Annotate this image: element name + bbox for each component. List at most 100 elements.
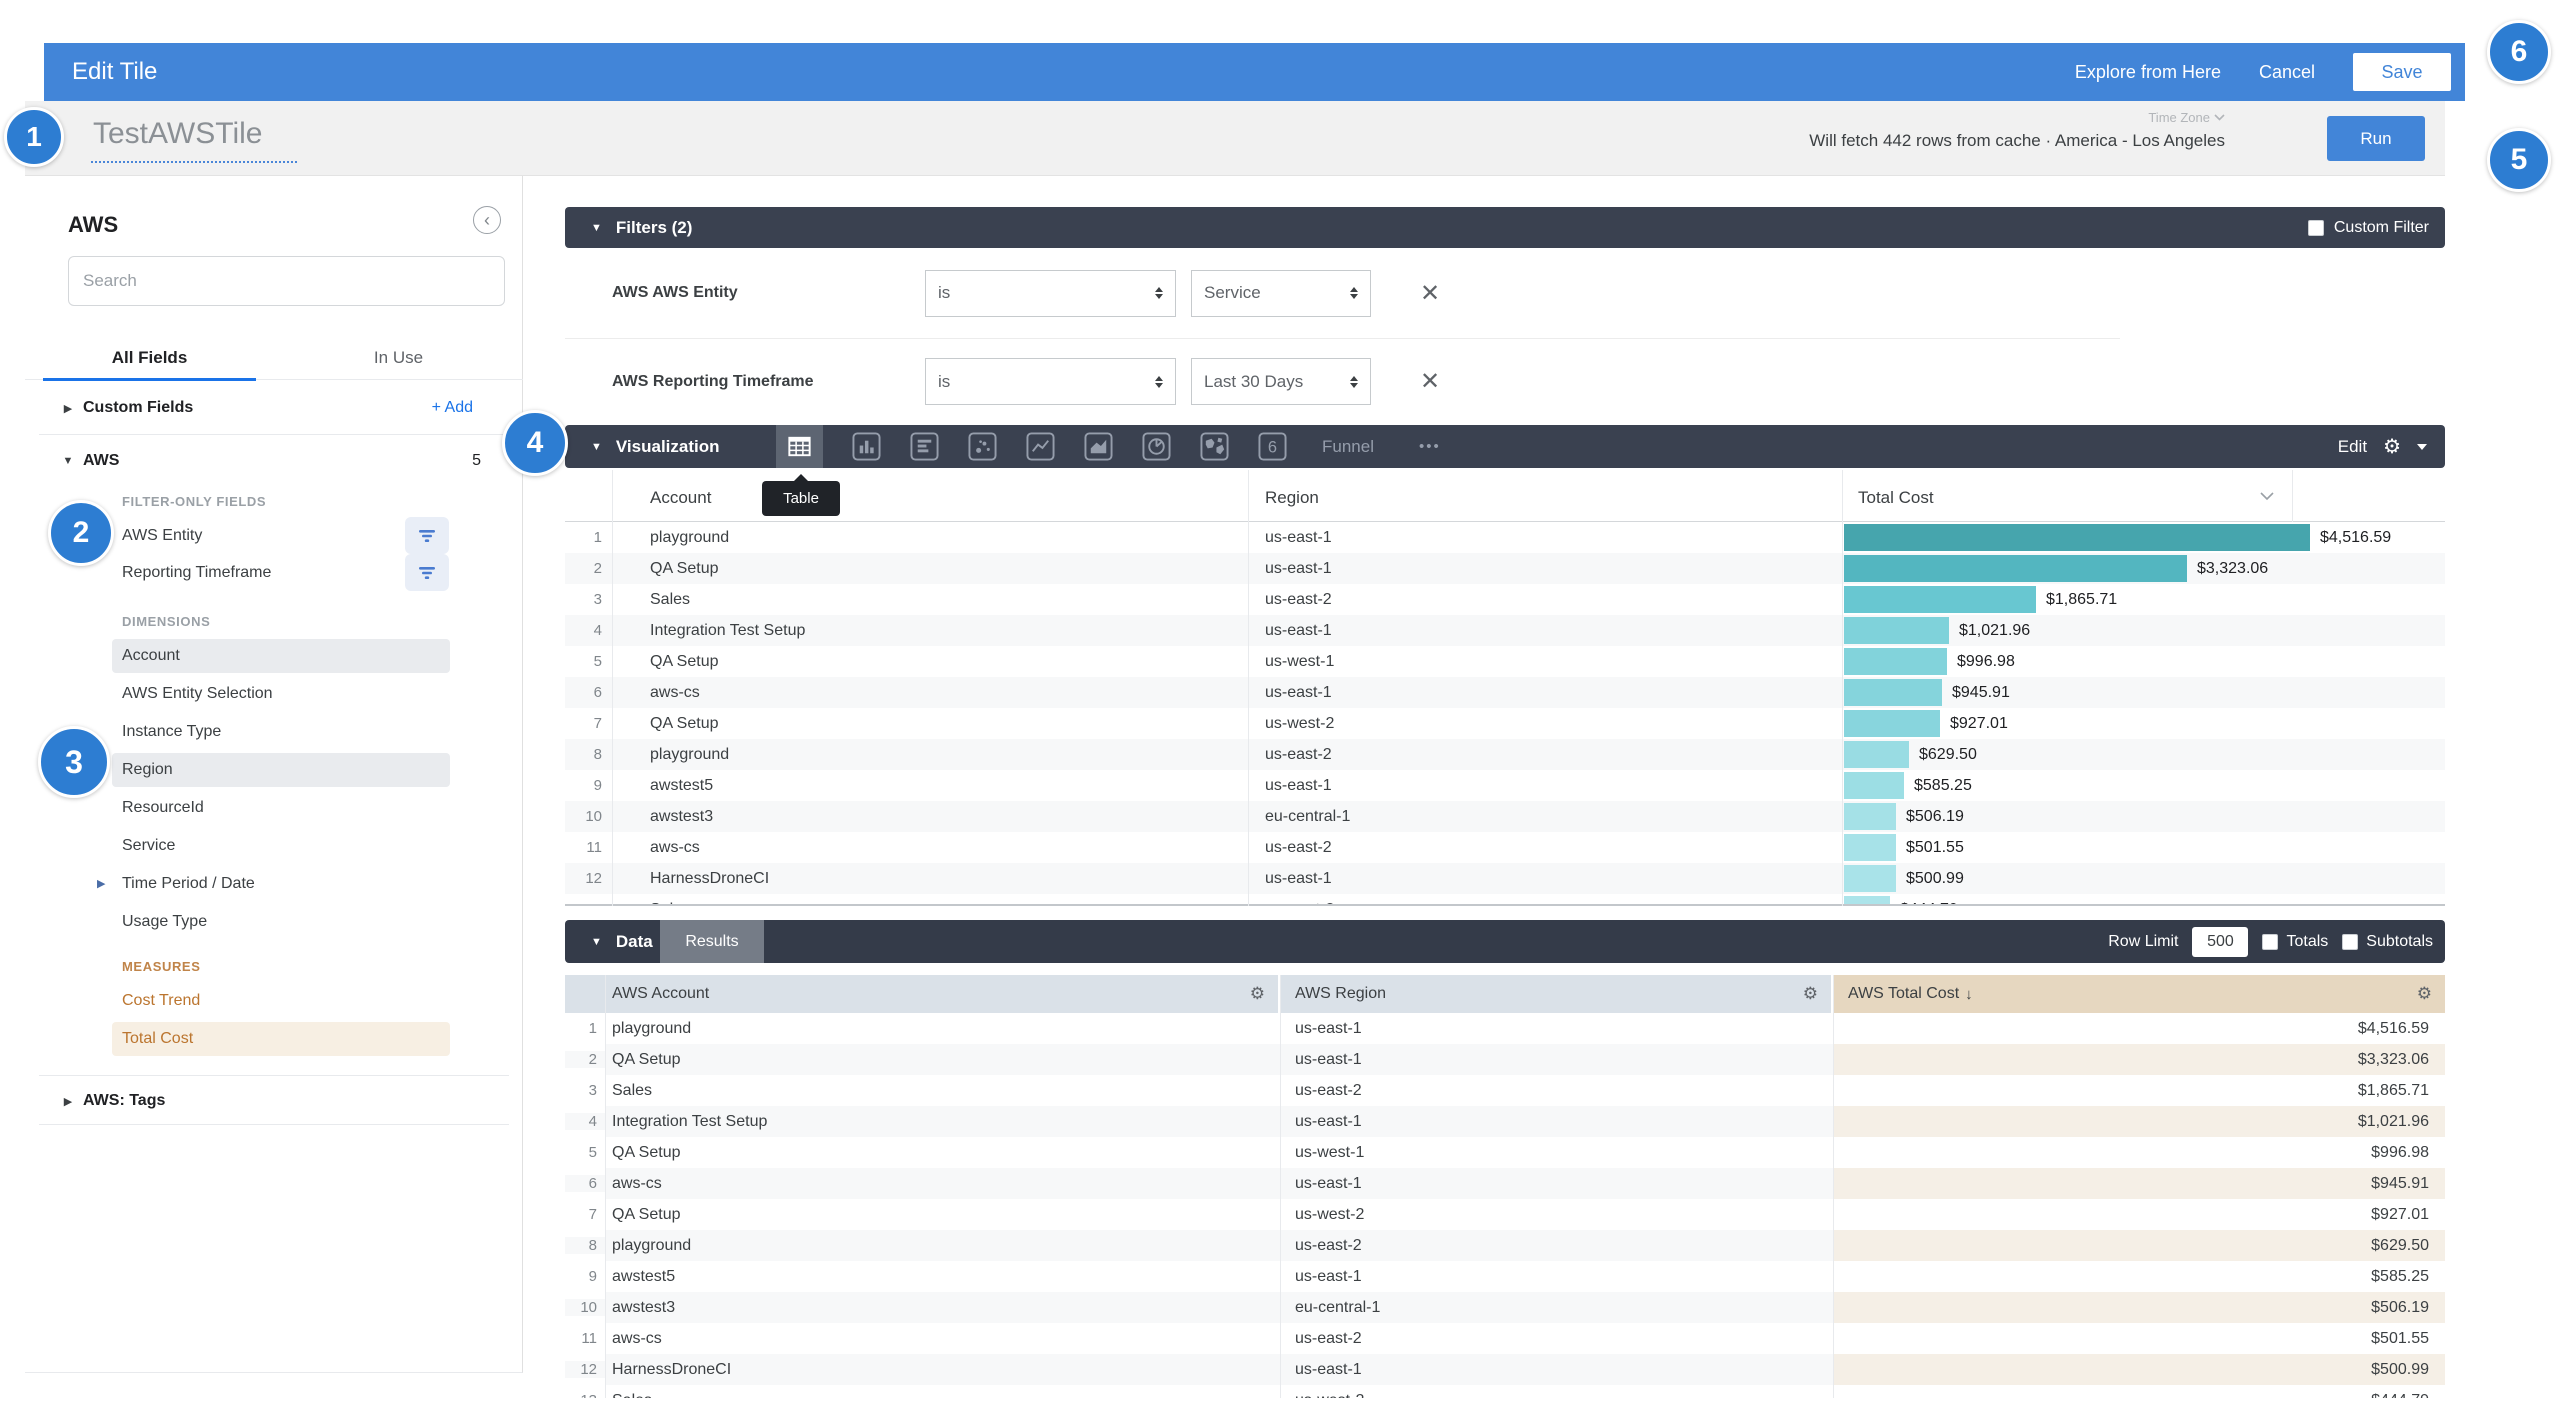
aws-group-row[interactable]: ▼ AWS 5 bbox=[25, 444, 523, 478]
subtotals-checkbox[interactable] bbox=[2342, 934, 2358, 950]
data-table-row: 9awstest5us-east-1$585.25 bbox=[565, 1261, 2445, 1292]
viz-type-column-chart-icon[interactable] bbox=[852, 432, 881, 461]
time-zone-dropdown[interactable]: Time Zone bbox=[2148, 110, 2225, 125]
totals-checkbox[interactable] bbox=[2262, 934, 2278, 950]
data-table-row: 4Integration Test Setupus-east-1$1,021.9… bbox=[565, 1106, 2445, 1137]
filter-operator-select[interactable]: is bbox=[925, 270, 1176, 317]
dimension-service[interactable]: Service bbox=[112, 829, 450, 863]
viz-settings-gear-icon[interactable]: ⚙ bbox=[2383, 434, 2401, 459]
collapse-caret-icon[interactable]: ▼ bbox=[53, 455, 83, 467]
viz-edit-button[interactable]: Edit bbox=[2338, 437, 2367, 457]
dimension-usage-type[interactable]: Usage Type bbox=[112, 905, 450, 939]
collapse-caret-icon[interactable]: ▼ bbox=[591, 222, 602, 234]
page-title: Edit Tile bbox=[72, 58, 157, 86]
column-label: AWS Total Cost bbox=[1848, 985, 1959, 1003]
data-section-header[interactable]: ▼ Data Results Row Limit Totals Subtotal… bbox=[565, 920, 2445, 963]
remove-filter-button[interactable]: ✕ bbox=[1420, 279, 1440, 308]
custom-filter-checkbox[interactable] bbox=[2308, 220, 2324, 236]
filter-icon-button[interactable] bbox=[405, 554, 449, 591]
data-col-aws-region[interactable]: AWS Region ⚙ bbox=[1280, 975, 1833, 1013]
edit-tile-page: Edit Tile Explore from Here Cancel Save … bbox=[0, 0, 2556, 1422]
measures-label: MEASURES bbox=[122, 959, 200, 974]
dimension-resourceid[interactable]: ResourceId bbox=[112, 791, 450, 825]
select-arrows-icon bbox=[1155, 287, 1163, 299]
collapse-sidebar-button[interactable]: ‹ bbox=[473, 206, 501, 234]
cost-value: $996.98 bbox=[1957, 653, 2015, 671]
dimension-account[interactable]: Account bbox=[112, 639, 450, 673]
viz-col-region[interactable]: Region bbox=[1265, 488, 1319, 508]
data-col-aws-total-cost[interactable]: AWS Total Cost ↓ ⚙ bbox=[1833, 975, 2445, 1013]
viz-type-scatter-icon[interactable] bbox=[968, 432, 997, 461]
filter-icon-button[interactable] bbox=[405, 517, 449, 554]
dimension-aws-entity-selection[interactable]: AWS Entity Selection bbox=[112, 677, 450, 711]
account-cell: Sales bbox=[605, 1385, 1280, 1398]
collapse-caret-icon[interactable]: ▼ bbox=[591, 936, 602, 948]
explore-from-here-button[interactable]: Explore from Here bbox=[2075, 62, 2221, 83]
account-cell: HarnessDroneCI bbox=[612, 870, 1248, 888]
filter-operator-value: is bbox=[938, 372, 950, 392]
column-gear-icon[interactable]: ⚙ bbox=[1803, 984, 1818, 1004]
total-cost-cell: $444.79 bbox=[1833, 1385, 2445, 1398]
viz-type-line-chart-icon[interactable] bbox=[1026, 432, 1055, 461]
tile-name-input[interactable]: TestAWSTile bbox=[93, 117, 262, 151]
row-limit-input[interactable] bbox=[2192, 927, 2248, 957]
save-button[interactable]: Save bbox=[2353, 53, 2451, 91]
expand-caret-icon[interactable]: ▶ bbox=[97, 877, 105, 890]
row-number: 9 bbox=[565, 1268, 605, 1285]
remove-filter-button[interactable]: ✕ bbox=[1420, 367, 1440, 396]
column-gear-icon[interactable]: ⚙ bbox=[2417, 984, 2432, 1004]
measure-total-cost[interactable]: Total Cost bbox=[112, 1022, 450, 1056]
visualization-section-header[interactable]: ▼ Visualization bbox=[565, 425, 2445, 468]
account-cell: aws-cs bbox=[605, 1323, 1280, 1354]
custom-fields-group[interactable]: ▶ Custom Fields + Add bbox=[25, 391, 523, 425]
expand-caret-icon[interactable]: ▶ bbox=[53, 1095, 83, 1108]
viz-type-table-icon[interactable] bbox=[776, 425, 823, 468]
run-button[interactable]: Run bbox=[2327, 116, 2425, 161]
account-cell: QA Setup bbox=[612, 653, 1248, 671]
search-input[interactable] bbox=[68, 256, 505, 306]
data-col-aws-account[interactable]: AWS Account ⚙ bbox=[565, 975, 1280, 1013]
custom-fields-label: Custom Fields bbox=[83, 399, 193, 417]
select-arrows-icon bbox=[1155, 376, 1163, 388]
filter-value-select[interactable]: Last 30 Days bbox=[1191, 358, 1371, 405]
viz-type-funnel[interactable]: Funnel bbox=[1322, 437, 1374, 457]
tab-in-use[interactable]: In Use bbox=[274, 336, 523, 379]
viz-type-pie-chart-icon[interactable] bbox=[1142, 432, 1171, 461]
collapse-caret-icon[interactable]: ▼ bbox=[591, 441, 602, 453]
results-data-table: AWS Account ⚙ AWS Region ⚙ AWS Total Cos… bbox=[565, 975, 2445, 1398]
viz-col-account[interactable]: Account bbox=[650, 488, 711, 508]
viz-type-single-value-icon[interactable]: 6 bbox=[1258, 432, 1287, 461]
add-custom-field-button[interactable]: + Add bbox=[432, 399, 473, 417]
filters-section-header[interactable]: ▼ Filters (2) Custom Filter bbox=[565, 207, 2445, 248]
field-aws-entity[interactable]: AWS Entity bbox=[112, 519, 450, 553]
total-cost-cell: $996.98 bbox=[1842, 646, 2445, 677]
dimension-time-period-date[interactable]: Time Period / Date bbox=[112, 867, 450, 901]
divider bbox=[39, 1124, 509, 1125]
column-divider bbox=[605, 975, 606, 1398]
cancel-button[interactable]: Cancel bbox=[2259, 62, 2315, 83]
aws-tags-group-row[interactable]: ▶ AWS: Tags bbox=[25, 1084, 523, 1118]
column-menu-chevron-icon[interactable] bbox=[2260, 492, 2274, 501]
filter-operator-select[interactable]: is bbox=[925, 358, 1176, 405]
cost-value: $3,323.06 bbox=[2197, 560, 2268, 578]
viz-type-area-chart-icon[interactable] bbox=[1084, 432, 1113, 461]
viz-type-bar-chart-icon[interactable] bbox=[910, 432, 939, 461]
field-reporting-timeframe[interactable]: Reporting Timeframe bbox=[112, 556, 450, 590]
tab-all-fields[interactable]: All Fields bbox=[25, 336, 274, 379]
dimension-region[interactable]: Region bbox=[112, 753, 450, 787]
dimension-instance-type[interactable]: Instance Type bbox=[112, 715, 450, 749]
account-cell: playground bbox=[612, 746, 1248, 764]
viz-type-map-icon[interactable] bbox=[1200, 432, 1229, 461]
tab-results[interactable]: Results bbox=[660, 920, 764, 963]
expand-caret-icon[interactable]: ▶ bbox=[53, 402, 83, 415]
filter-value-select[interactable]: Service bbox=[1191, 270, 1371, 317]
more-viz-types-button[interactable]: ••• bbox=[1419, 438, 1441, 455]
row-number: 2 bbox=[565, 560, 612, 577]
viz-col-total-cost[interactable]: Total Cost bbox=[1858, 488, 1934, 508]
cost-value: $500.99 bbox=[1906, 870, 1964, 888]
viz-settings-caret-icon[interactable] bbox=[2417, 444, 2427, 450]
cost-bar bbox=[1844, 741, 1909, 768]
account-cell: QA Setup bbox=[612, 715, 1248, 733]
column-gear-icon[interactable]: ⚙ bbox=[1250, 984, 1265, 1004]
measure-cost-trend[interactable]: Cost Trend bbox=[112, 984, 450, 1018]
